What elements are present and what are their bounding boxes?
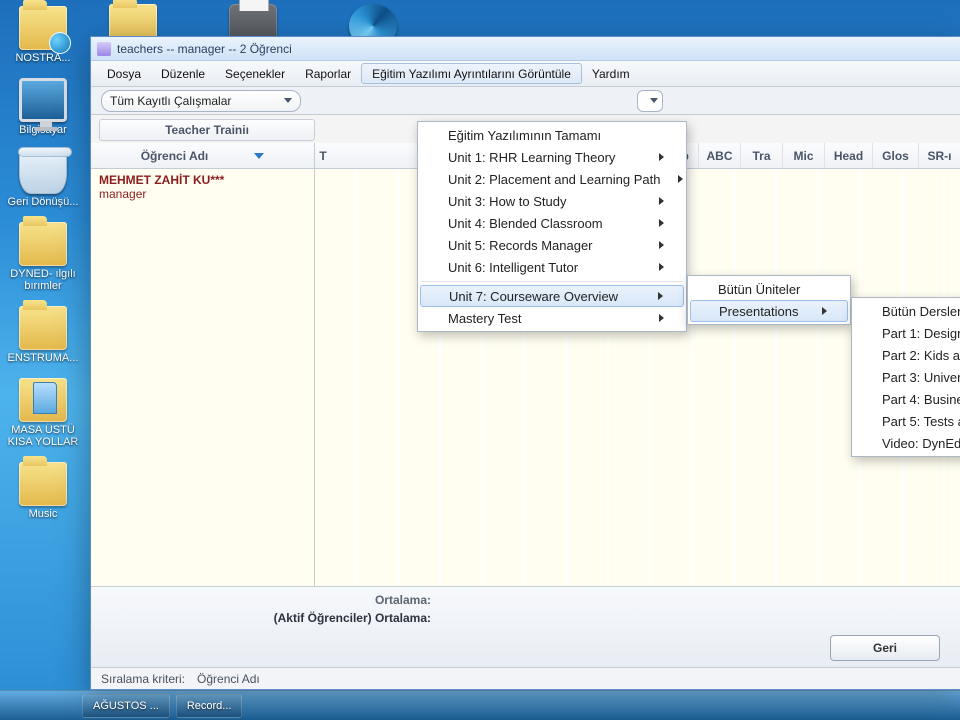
menu-item-active[interactable]: Unit 7: Courseware Overview [420, 285, 684, 307]
student-column: Öğrenci Adı MEHMET ZAHİT KU*** manager [91, 143, 315, 586]
menu-item[interactable]: Bütün Dersler [852, 300, 960, 322]
footer-average: Ortalama: [101, 593, 431, 607]
menu-dosya[interactable]: Dosya [97, 61, 151, 86]
status-label: Sıralama kriteri: [101, 672, 185, 686]
dropdown-presentations: Bütün Dersler Part 1: Design Overview Pa… [851, 297, 960, 457]
student-list: MEHMET ZAHİT KU*** manager [91, 169, 314, 586]
app-icon [97, 42, 111, 56]
submenu-arrow-icon [822, 307, 827, 315]
statusbar: Sıralama kriteri: Öğrenci Adı [91, 667, 960, 689]
student-row[interactable]: manager [99, 187, 306, 201]
chevron-down-icon [650, 98, 658, 103]
desktop-icon-nostra[interactable]: NOSTRA... [0, 6, 86, 64]
submenu-arrow-icon [659, 197, 664, 205]
desktop-icon-kisa-yollar[interactable]: MASA ÜSTÜ KISA YOLLAR [0, 378, 86, 448]
menu-raporlar[interactable]: Raporlar [295, 61, 361, 86]
grid-col[interactable]: T [315, 143, 331, 168]
secondary-combo[interactable] [637, 90, 663, 112]
menu-item[interactable]: Part 2: Kids and School [852, 344, 960, 366]
menu-item[interactable]: Bütün Üniteler [688, 278, 850, 300]
submenu-arrow-icon [659, 263, 664, 271]
taskbar-button[interactable]: AĞUSTOS ... [82, 694, 170, 718]
menu-item[interactable]: Unit 1: RHR Learning Theory [418, 146, 686, 168]
course-subtitle: Teacher Trainiı [99, 119, 315, 141]
student-column-header[interactable]: Öğrenci Adı [91, 143, 314, 169]
chevron-down-icon [284, 98, 292, 103]
menubar: Dosya Düzenle Seçenekler Raporlar Eğitim… [91, 61, 960, 87]
taskbar: AĞUSTOS ... Record... [0, 690, 960, 720]
menu-item[interactable]: Unit 4: Blended Classroom [418, 212, 686, 234]
menu-item[interactable]: Part 5: Tests and Records [852, 410, 960, 432]
status-value: Öğrenci Adı [197, 672, 260, 686]
dropdown-unit7: Bütün Üniteler Presentations [687, 275, 851, 325]
student-row[interactable]: MEHMET ZAHİT KU*** [99, 173, 306, 187]
menu-item[interactable]: Part 4: Business and ESP [852, 388, 960, 410]
menu-item[interactable]: Unit 2: Placement and Learning Path [418, 168, 686, 190]
menu-item[interactable]: Mastery Test [418, 307, 686, 329]
submenu-arrow-icon [659, 314, 664, 322]
menu-item[interactable]: Video: DynEd Introduction [852, 432, 960, 454]
menu-egitim-yazilimi[interactable]: Eğitim Yazılımı Ayrıntılarını Görüntüle [361, 63, 582, 84]
toolbar: Tüm Kayıtlı Çalışmalar [91, 87, 960, 115]
titlebar[interactable]: teachers -- manager -- 2 Öğrenci [91, 37, 960, 61]
grid-col-head[interactable]: Head [824, 143, 872, 168]
back-button[interactable]: Geri [830, 635, 940, 661]
submenu-arrow-icon [678, 175, 683, 183]
submenu-arrow-icon [659, 219, 664, 227]
desktop-icon-enstruma[interactable]: ENSTRUMA... [0, 306, 86, 364]
desktop-icon-bilgisayar[interactable]: Bilgisayar [0, 78, 86, 136]
menu-secenekler[interactable]: Seçenekler [215, 61, 295, 86]
menu-item[interactable]: Unit 5: Records Manager [418, 234, 686, 256]
submenu-arrow-icon [659, 153, 664, 161]
student-column-header-label: Öğrenci Adı [141, 149, 209, 163]
grid-col-sr[interactable]: SR-ı [918, 143, 960, 168]
grid-col-abc[interactable]: ABC [698, 143, 740, 168]
menu-separator [422, 281, 682, 282]
filter-combo[interactable]: Tüm Kayıtlı Çalışmalar [101, 90, 301, 112]
footer-active-average: (Aktif Öğrenciler) Ortalama: [101, 611, 431, 625]
menu-item[interactable]: Unit 6: Intelligent Tutor [418, 256, 686, 278]
dropdown-courseware: Eğitim Yazılımının Tamamı Unit 1: RHR Le… [417, 121, 687, 332]
menu-yardim[interactable]: Yardım [582, 61, 640, 86]
grid-col-glos[interactable]: Glos [872, 143, 918, 168]
menu-item-active[interactable]: Presentations [690, 300, 848, 322]
window-title: teachers -- manager -- 2 Öğrenci [117, 42, 292, 56]
menu-item[interactable]: Part 3: University and Adult [852, 366, 960, 388]
menu-duzenle[interactable]: Düzenle [151, 61, 215, 86]
grid-col-tra[interactable]: Tra [740, 143, 782, 168]
grid-col-mic[interactable]: Mic [782, 143, 824, 168]
app-window: teachers -- manager -- 2 Öğrenci Dosya D… [90, 36, 960, 690]
sort-chevron-icon [254, 153, 264, 159]
menu-item[interactable]: Part 1: Design Overview [852, 322, 960, 344]
filter-combo-label: Tüm Kayıtlı Çalışmalar [110, 94, 231, 108]
desktop-icon-recycle-bin[interactable]: Geri Dönüşü... [0, 150, 86, 208]
submenu-arrow-icon [659, 241, 664, 249]
footer: Ortalama: (Aktif Öğrenciler) Ortalama: G… [91, 586, 960, 667]
desktop: NOSTRA... Bilgisayar Geri Dönüşü... DYNE… [0, 0, 90, 720]
menu-item[interactable]: Unit 3: How to Study [418, 190, 686, 212]
menu-item[interactable]: Eğitim Yazılımının Tamamı [418, 124, 686, 146]
desktop-icon-music[interactable]: Music [0, 462, 86, 520]
taskbar-button[interactable]: Record... [176, 694, 243, 718]
desktop-icon-dyned[interactable]: DYNED- ılgılı bırımler [0, 222, 86, 292]
submenu-arrow-icon [658, 292, 663, 300]
